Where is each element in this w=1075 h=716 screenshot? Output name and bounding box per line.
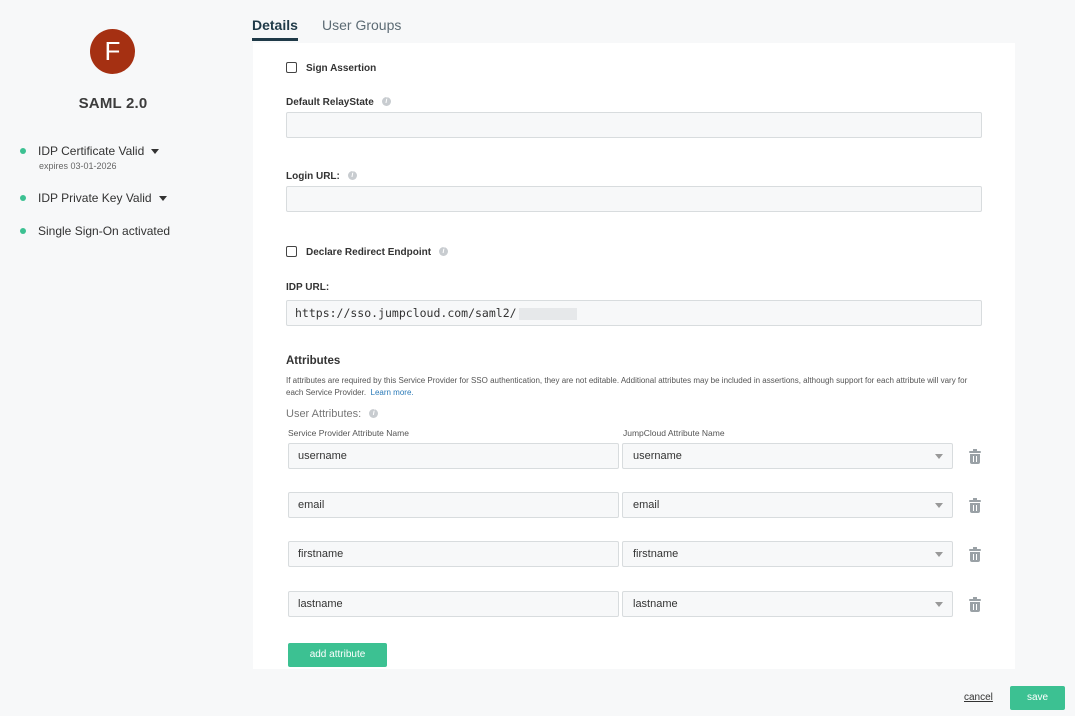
save-button[interactable]: save bbox=[1010, 686, 1065, 710]
sign-assertion-label: Sign Assertion bbox=[306, 63, 377, 74]
app-title: SAML 2.0 bbox=[78, 95, 148, 112]
jc-attribute-select[interactable]: firstname bbox=[622, 541, 953, 567]
sp-attribute-input[interactable]: lastname bbox=[288, 591, 619, 617]
relay-state-label: Default RelayState i bbox=[286, 96, 391, 108]
tab-details[interactable]: Details bbox=[252, 17, 298, 41]
chevron-down-icon bbox=[935, 503, 943, 508]
status-sso-activated: Single Sign-On activated bbox=[20, 224, 170, 238]
sign-assertion-checkbox[interactable] bbox=[286, 62, 297, 73]
info-icon[interactable]: i bbox=[369, 408, 379, 418]
learn-more-link[interactable]: Learn more. bbox=[371, 388, 414, 397]
jc-attribute-select[interactable]: lastname bbox=[622, 591, 953, 617]
chevron-down-icon bbox=[935, 454, 943, 459]
chevron-down-icon bbox=[935, 552, 943, 557]
attributes-title: Attributes bbox=[286, 355, 341, 367]
status-idp-certificate[interactable]: IDP Certificate Valid expires 03-01-2026 bbox=[20, 144, 160, 171]
sp-attribute-input[interactable]: email bbox=[288, 492, 619, 518]
cancel-link[interactable]: cancel bbox=[964, 692, 993, 703]
tab-user-groups[interactable]: User Groups bbox=[322, 17, 401, 38]
trash-icon[interactable] bbox=[969, 498, 981, 513]
status-label: IDP Private Key Valid bbox=[38, 191, 152, 205]
login-url-label: Login URL: i bbox=[286, 170, 357, 182]
chevron-down-icon[interactable] bbox=[151, 149, 160, 155]
trash-icon[interactable] bbox=[969, 449, 981, 464]
details-panel: Sign Assertion Default RelayState i Login… bbox=[253, 43, 1015, 669]
chevron-down-icon[interactable] bbox=[158, 196, 167, 202]
idp-url-label: IDP URL: bbox=[286, 282, 330, 293]
status-label: IDP Certificate Valid bbox=[38, 144, 145, 158]
col-header-jc: JumpCloud Attribute Name bbox=[623, 428, 725, 438]
trash-icon[interactable] bbox=[969, 547, 981, 562]
jc-attribute-select[interactable]: username bbox=[622, 443, 953, 469]
relay-state-input[interactable] bbox=[286, 112, 982, 138]
sp-attribute-input[interactable]: username bbox=[288, 443, 619, 469]
col-header-sp: Service Provider Attribute Name bbox=[288, 428, 409, 438]
idp-url-input[interactable]: https://sso.jumpcloud.com/saml2/ bbox=[286, 300, 982, 326]
status-idp-private-key[interactable]: IDP Private Key Valid bbox=[20, 191, 167, 205]
declare-redirect-label: Declare Redirect Endpoint i bbox=[306, 246, 449, 258]
user-attributes-label: User Attributes: i bbox=[286, 408, 379, 420]
app-avatar: F bbox=[90, 29, 135, 74]
trash-icon[interactable] bbox=[969, 597, 981, 612]
redacted-value bbox=[518, 307, 577, 320]
info-icon[interactable]: i bbox=[381, 96, 391, 106]
attributes-description: If attributes are required by this Servi… bbox=[286, 376, 968, 397]
declare-redirect-checkbox[interactable] bbox=[286, 246, 297, 257]
certificate-expiry: expires 03-01-2026 bbox=[39, 161, 117, 171]
status-dot-icon bbox=[20, 194, 26, 201]
sidebar: F SAML 2.0 IDP Certificate Valid expires… bbox=[0, 0, 230, 716]
jc-attribute-select[interactable]: email bbox=[622, 492, 953, 518]
sp-attribute-input[interactable]: firstname bbox=[288, 541, 619, 567]
info-icon[interactable]: i bbox=[439, 246, 449, 256]
info-icon[interactable]: i bbox=[347, 170, 357, 180]
login-url-input[interactable] bbox=[286, 186, 982, 212]
chevron-down-icon bbox=[935, 602, 943, 607]
status-label: Single Sign-On activated bbox=[38, 224, 171, 238]
status-dot-icon bbox=[20, 227, 26, 234]
add-attribute-button[interactable]: add attribute bbox=[288, 643, 387, 667]
status-dot-icon bbox=[20, 147, 26, 154]
